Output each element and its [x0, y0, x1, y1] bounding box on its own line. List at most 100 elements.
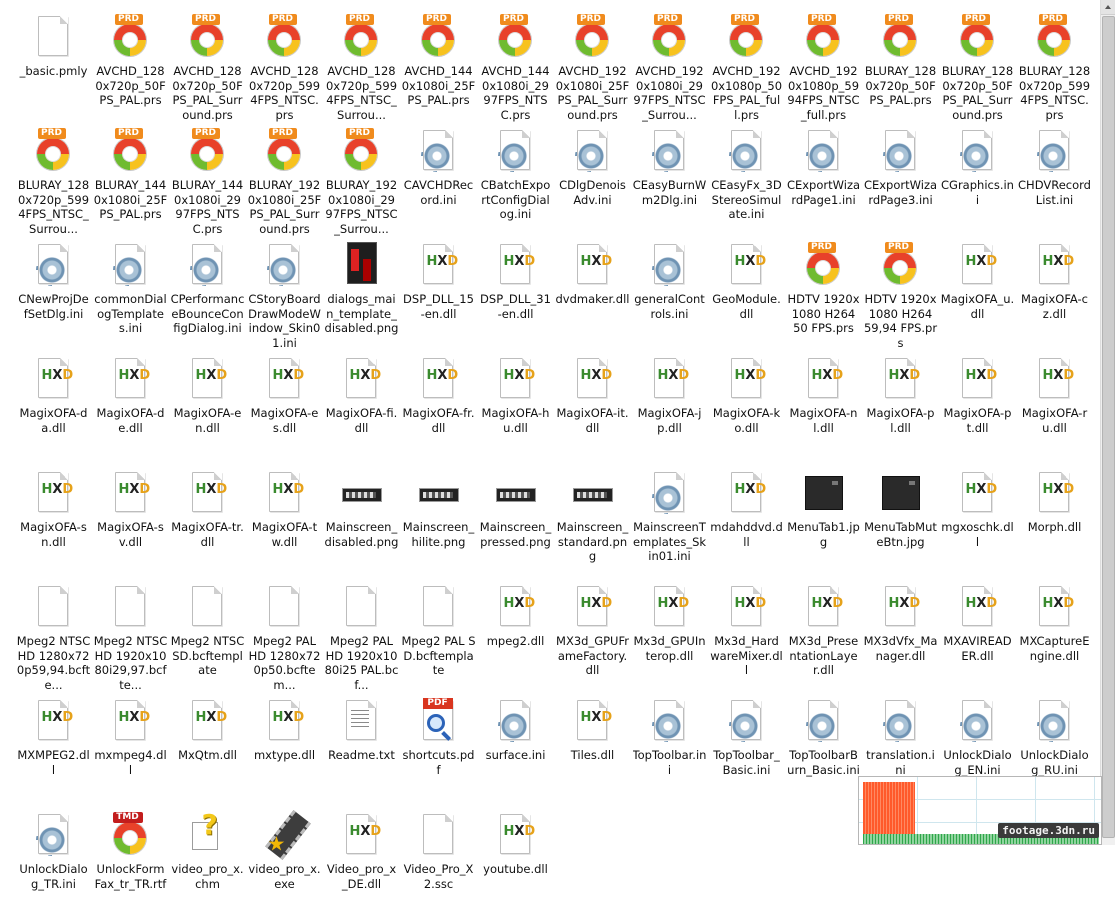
file-item[interactable]: HXD MagixOFA-ru.dll: [1016, 354, 1093, 468]
file-item[interactable]: HXD MagixOFA-fr.dll: [400, 354, 477, 468]
file-item[interactable]: Mainscreen_standard.png: [554, 468, 631, 582]
file-item[interactable]: Mpeg2 NTSC HD 1920x1080i29,97.bcfte...: [92, 582, 169, 696]
file-item[interactable]: HXD mxtype.dll: [246, 696, 323, 810]
file-item[interactable]: CPerformanceBounceConfigDialog.ini: [169, 240, 246, 354]
file-item[interactable]: commonDialogTemplates.ini: [92, 240, 169, 354]
file-item[interactable]: TopToolbar_Basic.ini: [708, 696, 785, 810]
file-item[interactable]: HXD MagixOFA-nl.dll: [785, 354, 862, 468]
file-item[interactable]: HXD dvdmaker.dll: [554, 240, 631, 354]
scrollbar-thumb[interactable]: [1102, 16, 1115, 838]
file-item[interactable]: HXD MX3d_GPUFrameFactory.dll: [554, 582, 631, 696]
file-item[interactable]: PRD AVCHD_1920x1080i_25FPS_PAL_Surround.p…: [554, 12, 631, 126]
file-item[interactable]: Mpeg2 NTSC SD.bcftemplate: [169, 582, 246, 696]
file-item[interactable]: PRD BLURAY_1280x720p_5994FPS_NTSC.prs: [1016, 12, 1093, 126]
file-item[interactable]: HXD MXCaptureEngine.dll: [1016, 582, 1093, 696]
file-item[interactable]: HXD GeoModule.dll: [708, 240, 785, 354]
file-item[interactable]: MainscreenTemplates_Skin01.ini: [631, 468, 708, 582]
file-item[interactable]: CExportWizardPage3.ini: [862, 126, 939, 240]
file-item[interactable]: CAVCHDRecord.ini: [400, 126, 477, 240]
file-item[interactable]: HXD mxmpeg4.dll: [92, 696, 169, 810]
file-item[interactable]: Mainscreen_hilite.png: [400, 468, 477, 582]
file-item[interactable]: CStoryBoardDrawModeWindow_Skin01.ini: [246, 240, 323, 354]
file-item[interactable]: CHDVRecordList.ini: [1016, 126, 1093, 240]
file-item[interactable]: Mainscreen_pressed.png: [477, 468, 554, 582]
file-item[interactable]: PRD HDTV 1920x1080 H264 50 FPS.prs: [785, 240, 862, 354]
file-item[interactable]: PRD BLURAY_1280x720p_5994FPS_NTSC_Surrou.…: [15, 126, 92, 240]
file-item[interactable]: CGraphics.ini: [939, 126, 1016, 240]
file-item[interactable]: PRD AVCHD_1440x1080i_25FPS_PAL.prs: [400, 12, 477, 126]
file-item[interactable]: PRD BLURAY_1280x720p_50FPS_PAL_Surround.p…: [939, 12, 1016, 126]
file-item[interactable]: Video_Pro_X2.ssc: [400, 810, 477, 924]
file-item[interactable]: PRD AVCHD_1920x1080p_50FPS_PAL_full.prs: [708, 12, 785, 126]
file-item[interactable]: HXD Tiles.dll: [554, 696, 631, 810]
file-item[interactable]: HXD DSP_DLL_15-en.dll: [400, 240, 477, 354]
file-item[interactable]: HXD MagixOFA-tw.dll: [246, 468, 323, 582]
file-item[interactable]: HXD Mx3d_HardwareMixer.dll: [708, 582, 785, 696]
file-item[interactable]: PRD AVCHD_1920x1080i_2997FPS_NTSC_Surrou.…: [631, 12, 708, 126]
file-item[interactable]: HXD mgxoschk.dll: [939, 468, 1016, 582]
file-item[interactable]: CBatchExportConfigDialog.ini: [477, 126, 554, 240]
file-item[interactable]: PRD BLURAY_1440x1080i_25FPS_PAL.prs: [92, 126, 169, 240]
file-item[interactable]: PDF shortcuts.pdf: [400, 696, 477, 810]
file-item[interactable]: HXD MagixOFA-fi.dll: [323, 354, 400, 468]
file-item[interactable]: MenuTab1.jpg: [785, 468, 862, 582]
file-item[interactable]: HXD MagixOFA_u.dll: [939, 240, 1016, 354]
file-item[interactable]: CDlgDenoisAdv.ini: [554, 126, 631, 240]
file-item[interactable]: PRD AVCHD_1280x720p_5994FPS_NTSC_Surrou..…: [323, 12, 400, 126]
file-item[interactable]: HXD MagixOFA-sv.dll: [92, 468, 169, 582]
file-item[interactable]: TopToolbar.ini: [631, 696, 708, 810]
file-item[interactable]: HXD MagixOFA-ko.dll: [708, 354, 785, 468]
file-item[interactable]: HXD MX3d_PresentationLayer.dll: [785, 582, 862, 696]
file-item[interactable]: PRD BLURAY_1280x720p_50FPS_PAL.prs: [862, 12, 939, 126]
file-item[interactable]: CEasyFx_3DStereoSimulate.ini: [708, 126, 785, 240]
file-item[interactable]: PRD BLURAY_1920x1080i_2997FPS_NTSC_Surrou…: [323, 126, 400, 240]
file-item[interactable]: video_pro_x.exe: [246, 810, 323, 924]
file-item[interactable]: PRD AVCHD_1280x720p_50FPS_PAL.prs: [92, 12, 169, 126]
vertical-scrollbar[interactable]: [1100, 0, 1115, 845]
file-item[interactable]: generalControls.ini: [631, 240, 708, 354]
file-item[interactable]: ? video_pro_x.chm: [169, 810, 246, 924]
file-item[interactable]: MenuTabMuteBtn.jpg: [862, 468, 939, 582]
file-item[interactable]: HXD mdahddvd.dll: [708, 468, 785, 582]
file-item[interactable]: UnlockDialog_TR.ini: [15, 810, 92, 924]
file-item[interactable]: HXD MagixOFA-hu.dll: [477, 354, 554, 468]
file-item[interactable]: HXD MagixOFA-sn.dll: [15, 468, 92, 582]
file-item[interactable]: HXD MagixOFA-es.dll: [246, 354, 323, 468]
file-item[interactable]: Mpeg2 NTSC HD 1280x720p59,94.bcfte...: [15, 582, 92, 696]
file-item[interactable]: HXD MagixOFA-de.dll: [92, 354, 169, 468]
file-item[interactable]: PRD AVCHD_1440x1080i_2997FPS_NTSC.prs: [477, 12, 554, 126]
file-item[interactable]: HXD MagixOFA-it.dll: [554, 354, 631, 468]
file-item[interactable]: PRD AVCHD_1920x1080p_5994FPS_NTSC_full.pr…: [785, 12, 862, 126]
file-item[interactable]: CNewProjDefSetDlg.ini: [15, 240, 92, 354]
file-item[interactable]: Mainscreen_disabled.png: [323, 468, 400, 582]
file-item[interactable]: HXD DSP_DLL_31-en.dll: [477, 240, 554, 354]
file-item[interactable]: surface.ini: [477, 696, 554, 810]
file-item[interactable]: PRD AVCHD_1280x720p_50FPS_PAL_Surround.pr…: [169, 12, 246, 126]
file-item[interactable]: CExportWizardPage1.ini: [785, 126, 862, 240]
file-item[interactable]: HXD MX3dVfx_Manager.dll: [862, 582, 939, 696]
file-item[interactable]: Mpeg2 PAL HD 1280x720p50.bcftem...: [246, 582, 323, 696]
scroll-up-arrow-icon[interactable]: [1101, 0, 1115, 15]
file-item[interactable]: CEasyBurnWm2Dlg.ini: [631, 126, 708, 240]
file-item[interactable]: HXD MxQtm.dll: [169, 696, 246, 810]
file-item[interactable]: dialogs_main_template_disabled.png: [323, 240, 400, 354]
file-item[interactable]: HXD Video_pro_x_DE.dll: [323, 810, 400, 924]
file-item[interactable]: Readme.txt: [323, 696, 400, 810]
file-item[interactable]: PRD BLURAY_1440x1080i_2997FPS_NTSC.prs: [169, 126, 246, 240]
file-item[interactable]: HXD MagixOFA-da.dll: [15, 354, 92, 468]
file-item[interactable]: HXD MXAVIREADER.dll: [939, 582, 1016, 696]
file-item[interactable]: Mpeg2 PAL SD.bcftemplate: [400, 582, 477, 696]
file-item[interactable]: _basic.pmly: [15, 12, 92, 126]
file-item[interactable]: HXD youtube.dll: [477, 810, 554, 924]
file-item[interactable]: PRD HDTV 1920x1080 H264 59,94 FPS.prs: [862, 240, 939, 354]
file-item[interactable]: HXD MagixOFA-pl.dll: [862, 354, 939, 468]
file-item[interactable]: PRD BLURAY_1920x1080i_25FPS_PAL_Surround.…: [246, 126, 323, 240]
file-item[interactable]: Mpeg2 PAL HD 1920x1080i25 PAL.bcf...: [323, 582, 400, 696]
file-item[interactable]: HXD MagixOFA-en.dll: [169, 354, 246, 468]
file-item[interactable]: HXD MagixOFA-cz.dll: [1016, 240, 1093, 354]
file-item[interactable]: HXD MXMPEG2.dll: [15, 696, 92, 810]
file-item[interactable]: TMD UnlockForm Fax_tr_TR.rtf: [92, 810, 169, 924]
file-item[interactable]: PRD AVCHD_1280x720p_5994FPS_NTSC.prs: [246, 12, 323, 126]
file-item[interactable]: HXD Morph.dll: [1016, 468, 1093, 582]
file-item[interactable]: HXD Mx3d_GPUInterop.dll: [631, 582, 708, 696]
